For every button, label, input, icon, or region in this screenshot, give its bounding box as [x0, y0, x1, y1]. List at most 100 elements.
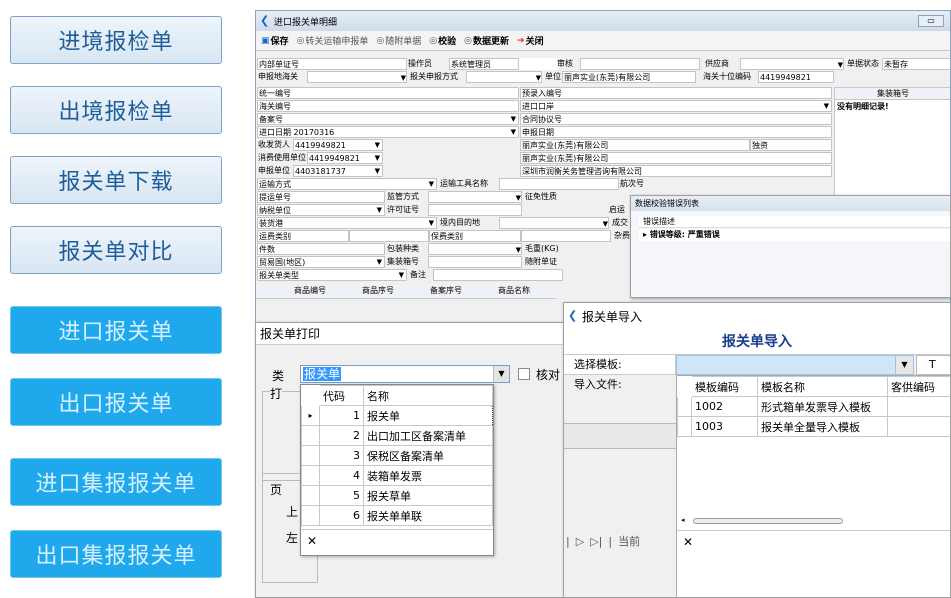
- sidebar-item-declaration-compare[interactable]: 报关单对比: [10, 226, 222, 274]
- sidebar-item-import-consolidated[interactable]: 进口集报报关单: [10, 458, 222, 506]
- supplier-label: 供应商: [705, 59, 729, 68]
- container-no-field[interactable]: [428, 256, 522, 268]
- circle-icon: ◎: [464, 35, 473, 46]
- attached-docs-button[interactable]: ◎ 随附单据: [374, 34, 423, 48]
- doc-status-label: 单据状态: [847, 59, 879, 68]
- attached-doc-label: 随附单证: [525, 257, 557, 266]
- next-page-icon[interactable]: ▷: [576, 535, 584, 548]
- dropdown-close-icon[interactable]: ✕: [301, 529, 493, 555]
- consumer-name-field[interactable]: 丽声实业(东莞)有限公司: [520, 152, 832, 164]
- template-button[interactable]: T: [916, 355, 950, 375]
- check-checkbox[interactable]: [518, 368, 530, 380]
- customs-no-field[interactable]: 海关编号: [257, 100, 519, 112]
- sidebar-item-export-consolidated[interactable]: 出口集报报关单: [10, 530, 222, 578]
- error-group-row[interactable]: ▸ 错误等级: 严重错误: [639, 229, 950, 241]
- review-field[interactable]: [580, 58, 700, 70]
- dropdown-col-code: 代码: [319, 385, 364, 406]
- dropdown-row[interactable]: 6 报关单单联: [301, 505, 493, 526]
- consignee-name-field[interactable]: 丽声实业(东莞)有限公司: [520, 139, 750, 151]
- template-close-icon[interactable]: ✕: [677, 530, 950, 556]
- transport-field[interactable]: 运输方式 ▼: [257, 178, 437, 190]
- sidebar-item-declaration-download[interactable]: 报关单下载: [10, 156, 222, 204]
- sidebar-item-export-declaration[interactable]: 出口报关单: [10, 378, 222, 426]
- vehicle-field[interactable]: [499, 178, 619, 190]
- note-field[interactable]: [433, 269, 563, 281]
- contract-field[interactable]: 合同协议号: [520, 113, 832, 125]
- dropdown-row[interactable]: 5 报关草单: [301, 485, 493, 506]
- template-row[interactable]: 1003 报关单全量导入模板: [677, 416, 950, 437]
- window-control-icon[interactable]: ▭: [918, 15, 944, 27]
- supervision-select[interactable]: ▼: [428, 191, 522, 203]
- dropdown-row[interactable]: 3 保税区备案清单: [301, 445, 493, 466]
- import-date-field[interactable]: 进口日期 20170316 ▼: [257, 126, 519, 138]
- license-label: 许可证号: [387, 205, 419, 214]
- app-icon: ❮: [568, 309, 578, 322]
- container-col-header: 集装箱号: [835, 88, 950, 100]
- expand-icon[interactable]: ▸: [643, 230, 647, 239]
- horizontal-scrollbar[interactable]: ◂: [679, 516, 950, 526]
- supplier-select[interactable]: ▼: [740, 58, 844, 70]
- tax-unit-field[interactable]: 纳税单位 ▼: [257, 204, 385, 216]
- data-update-button[interactable]: ◎ 数据更新: [462, 34, 511, 48]
- template-select[interactable]: ▼: [676, 355, 914, 375]
- save-button[interactable]: ▣ 保存: [259, 34, 291, 48]
- dest-select[interactable]: ▼: [499, 217, 609, 229]
- template-col-code: 模板编码: [691, 376, 758, 397]
- scroll-thumb[interactable]: [693, 518, 843, 524]
- verify-button[interactable]: ◎ 校验: [427, 34, 458, 48]
- license-field[interactable]: [428, 204, 522, 216]
- import-port-field[interactable]: 进口口岸 ▼: [520, 100, 832, 112]
- doc-status-field[interactable]: 未暂存: [882, 58, 950, 70]
- transfer-button[interactable]: ◎ 转关运输申报单: [295, 34, 371, 48]
- sidebar-item-import-declaration[interactable]: 进口报关单: [10, 306, 222, 354]
- decl-type-field[interactable]: 报关单类型 ▼: [257, 269, 407, 281]
- freight-value-field[interactable]: [349, 230, 429, 242]
- insurance-value-field[interactable]: [521, 230, 611, 242]
- consumer-code-field[interactable]: 4419949821 ▼: [307, 152, 383, 164]
- close-button[interactable]: ➔ 关闭: [515, 34, 546, 48]
- pack-select[interactable]: ▼: [428, 243, 522, 255]
- current-page-label: 当前: [618, 535, 641, 548]
- declare-date-field[interactable]: 申报日期: [520, 126, 832, 138]
- container-panel: 集装箱号 没有明细记录!: [834, 87, 950, 197]
- sidebar-item-inbound-inspection[interactable]: 进境报检单: [10, 16, 222, 64]
- goods-col-name: 商品名称: [498, 286, 530, 295]
- chevron-down-icon[interactable]: ▼: [493, 366, 509, 382]
- consignee-type-field[interactable]: 独资: [750, 139, 832, 151]
- sidebar-item-outbound-inspection[interactable]: 出境报检单: [10, 86, 222, 134]
- declare-customs-select[interactable]: ▼: [307, 71, 407, 83]
- freight-field[interactable]: 运费类别: [257, 230, 349, 242]
- file-area[interactable]: [564, 423, 676, 449]
- agent-name-field[interactable]: 深圳市润衡关务管理咨询有限公司: [520, 165, 832, 177]
- dropdown-row[interactable]: 4 装箱单发票: [301, 465, 493, 486]
- last-page-icon[interactable]: ▷|: [590, 535, 602, 548]
- detail-toolbar: ▣ 保存 ◎ 转关运输申报单 ◎ 随附单据 ◎ 校验 ◎ 数据更新 ➔ 关闭: [256, 31, 950, 51]
- consumer-label: 消费使用单位: [258, 153, 306, 162]
- loading-port-field[interactable]: 装货港 ▼: [257, 217, 437, 229]
- dropdown-row[interactable]: ▸ 1 报关单: [301, 405, 493, 426]
- left-label: 左: [286, 531, 299, 545]
- internal-no-field[interactable]: 内部单证号: [257, 58, 407, 70]
- record-no-field[interactable]: 备案号 ▼: [257, 113, 519, 125]
- agent-code-field[interactable]: 4403181737 ▼: [293, 165, 383, 177]
- insurance-field[interactable]: 保费类别: [429, 230, 521, 242]
- dropdown-row[interactable]: 2 出口加工区备案清单: [301, 425, 493, 446]
- pieces-field[interactable]: 件数: [257, 243, 385, 255]
- customs10-field[interactable]: 4419949821: [758, 71, 834, 83]
- trade-country-field[interactable]: 贸易国(地区) ▼: [257, 256, 385, 268]
- unit-field[interactable]: 丽声实业(东莞)有限公司: [562, 71, 696, 83]
- template-row[interactable]: 1002 形式箱单发票导入模板: [677, 396, 950, 417]
- pager-separator: |: [608, 534, 613, 548]
- up-label: 上: [286, 505, 299, 519]
- operator-field[interactable]: 系统管理员: [449, 58, 519, 70]
- pre-record-field[interactable]: 预录入编号: [520, 87, 832, 99]
- scroll-left-icon[interactable]: ◂: [681, 516, 685, 524]
- chevron-down-icon[interactable]: ▼: [895, 356, 913, 374]
- goods-col-seq: 商品序号: [362, 286, 394, 295]
- spacer: [519, 58, 557, 70]
- consignee-code-field[interactable]: 4419949821 ▼: [293, 139, 383, 151]
- unified-no-field[interactable]: 统一编号: [257, 87, 519, 99]
- bill-field[interactable]: 提运单号: [257, 191, 385, 203]
- declare-method-select[interactable]: ▼: [466, 71, 542, 83]
- type-select[interactable]: 报关单 ▼: [300, 365, 510, 383]
